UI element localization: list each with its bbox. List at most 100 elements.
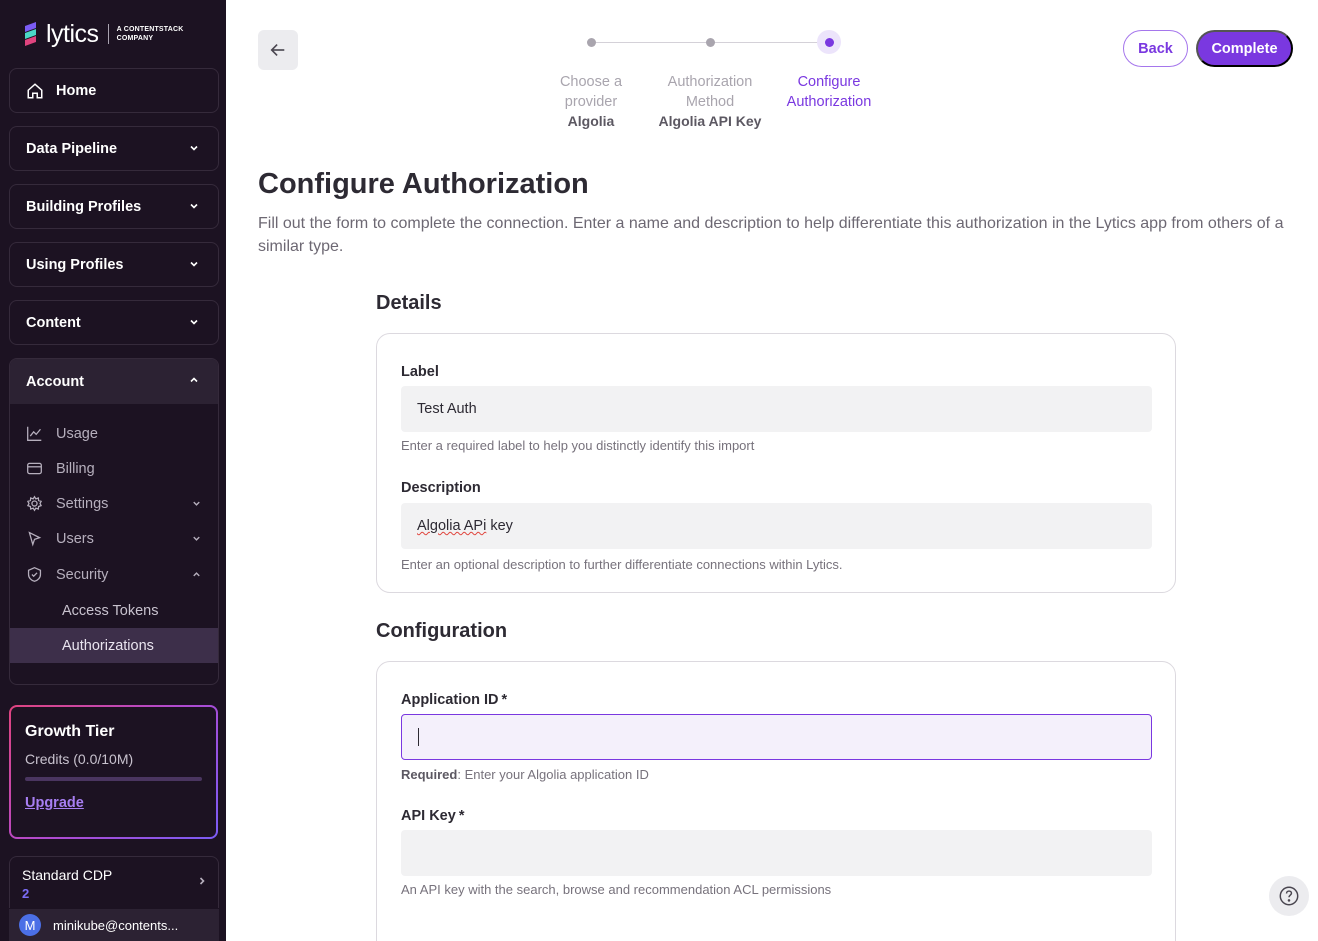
tier-credits: Credits (0.0/10M)	[25, 751, 134, 767]
tier-card: Growth Tier Credits (0.0/10M) Upgrade	[9, 705, 218, 839]
step-label: Authorization Method	[667, 74, 753, 110]
sidebar-item-access-tokens[interactable]: Access Tokens	[10, 593, 218, 628]
page-description: Fill out the form to complete the connec…	[258, 215, 1284, 255]
label-field-label: Label	[401, 364, 439, 380]
label-help-text: Enter a required label to help you disti…	[401, 438, 755, 453]
page-title: Configure Authorization	[258, 168, 589, 200]
text-caret	[418, 728, 419, 746]
application-id-input[interactable]	[401, 714, 1152, 760]
step-value: Algolia API Key	[658, 113, 762, 129]
lytics-logo-icon	[25, 22, 36, 46]
lytics-logo[interactable]: lytics A CONTENTSTACK COMPANY	[22, 20, 189, 48]
description-input[interactable]: Algolia APi key	[401, 503, 1152, 549]
chevron-down-icon	[190, 203, 198, 209]
chevron-down-icon	[190, 261, 198, 267]
sidebar-item-security[interactable]: Security	[10, 557, 218, 592]
chevron-down-icon	[193, 536, 200, 541]
plan-name: Standard CDP	[22, 867, 113, 883]
sidebar-item-content[interactable]: Content	[9, 300, 219, 345]
details-section-title: Details	[376, 292, 442, 314]
sidebar-item-users[interactable]: Users	[10, 521, 218, 556]
step-dot-3-active	[817, 30, 841, 54]
arrow-left-icon	[270, 44, 285, 56]
avatar: M	[19, 914, 41, 936]
home-icon	[27, 82, 43, 98]
api-key-label: API Key *	[401, 808, 465, 824]
description-field-label: Description	[401, 480, 481, 496]
sidebar-item-label: Settings	[56, 495, 109, 512]
cursor-icon	[28, 531, 42, 547]
required-mark: *	[501, 692, 508, 708]
details-card: Label Test Auth Enter a required label t…	[376, 333, 1176, 593]
chevron-down-icon	[190, 319, 198, 325]
chevron-down-icon	[190, 145, 198, 151]
tier-title: Growth Tier	[25, 723, 115, 740]
label-input[interactable]: Test Auth	[401, 386, 1152, 432]
sidebar-item-label: Data Pipeline	[26, 140, 118, 157]
credit-card-icon	[27, 462, 42, 475]
chevron-right-icon	[199, 877, 205, 885]
step-configure-authorization[interactable]: Configure Authorization	[764, 72, 894, 112]
logo-tagline: A CONTENTSTACK COMPANY	[116, 26, 184, 42]
step-dot-1	[587, 38, 596, 47]
chevron-down-icon	[193, 501, 200, 506]
gear-icon	[26, 495, 43, 512]
description-input-value-misspelled: Algolia APi	[417, 518, 487, 534]
shield-icon	[27, 567, 42, 582]
sidebar-item-label: Building Profiles	[26, 198, 142, 215]
sidebar-item-label: Content	[26, 314, 81, 331]
logo-divider	[107, 24, 109, 44]
sidebar-item-using-profiles[interactable]: Using Profiles	[9, 242, 219, 287]
chart-icon	[27, 426, 42, 441]
description-input-value: key	[486, 518, 513, 534]
label-input-value: Test Auth	[417, 401, 477, 417]
sidebar-item-data-pipeline[interactable]: Data Pipeline	[9, 126, 219, 171]
sidebar-item-settings[interactable]: Settings	[10, 486, 218, 521]
step-choose-provider[interactable]: Choose a provider Algolia	[526, 72, 656, 130]
sidebar-item-label: Billing	[56, 460, 95, 477]
sidebar: lytics A CONTENTSTACK COMPANY Home Data …	[0, 0, 226, 941]
sidebar-item-label: Security	[56, 566, 109, 583]
user-menu[interactable]: M minikube@contents...	[9, 909, 219, 941]
sidebar-item-home[interactable]: Home	[9, 68, 219, 113]
api-key-help-text: An API key with the search, browse and r…	[401, 882, 832, 897]
logo-wordmark: lytics	[46, 20, 99, 48]
back-arrow-button[interactable]	[258, 30, 298, 70]
application-id-help-text: Required: Enter your Algolia application…	[401, 767, 649, 782]
api-key-input[interactable]	[401, 830, 1152, 876]
sidebar-item-billing[interactable]: Billing	[10, 451, 218, 486]
chevron-up-icon	[193, 572, 200, 577]
sidebar-item-building-profiles[interactable]: Building Profiles	[9, 184, 219, 229]
stepper-connector	[714, 42, 818, 43]
plan-number: 2	[22, 886, 30, 901]
credits-progress-bar	[25, 777, 202, 781]
sidebar-item-label: Account	[26, 373, 84, 390]
required-mark: *	[458, 808, 465, 824]
back-button[interactable]: Back	[1123, 30, 1188, 67]
step-authorization-method[interactable]: Authorization Method Algolia API Key	[645, 72, 775, 130]
help-button[interactable]	[1269, 876, 1309, 916]
stepper-connector	[596, 42, 706, 43]
sidebar-item-label: Authorizations	[62, 637, 154, 654]
sidebar-account-group: Account Usage Billing Settings Users Sec…	[9, 358, 219, 685]
sidebar-item-label: Home	[56, 82, 97, 99]
sidebar-item-usage[interactable]: Usage	[10, 416, 218, 451]
description-help-text: Enter an optional description to further…	[401, 557, 843, 572]
upgrade-link[interactable]: Upgrade	[25, 795, 84, 811]
configuration-section-title: Configuration	[376, 620, 508, 642]
complete-button[interactable]: Complete	[1196, 30, 1293, 67]
step-label: Choose a provider	[559, 74, 623, 110]
sidebar-item-label: Using Profiles	[26, 256, 124, 273]
plan-switcher[interactable]: Standard CDP 2	[9, 856, 219, 908]
sidebar-item-account[interactable]: Account	[10, 359, 218, 404]
sidebar-item-label: Access Tokens	[62, 602, 159, 619]
chevron-up-icon	[190, 377, 198, 383]
configuration-card: Application ID * Required: Enter your Alg…	[376, 661, 1176, 941]
sidebar-item-label: Usage	[56, 425, 98, 442]
question-circle-icon	[1279, 886, 1299, 906]
sidebar-item-authorizations[interactable]: Authorizations	[10, 628, 218, 663]
step-label: Configure Authorization	[786, 74, 872, 110]
step-dot-2	[706, 38, 715, 47]
application-id-label: Application ID *	[401, 692, 508, 708]
sidebar-item-label: Users	[56, 530, 94, 547]
